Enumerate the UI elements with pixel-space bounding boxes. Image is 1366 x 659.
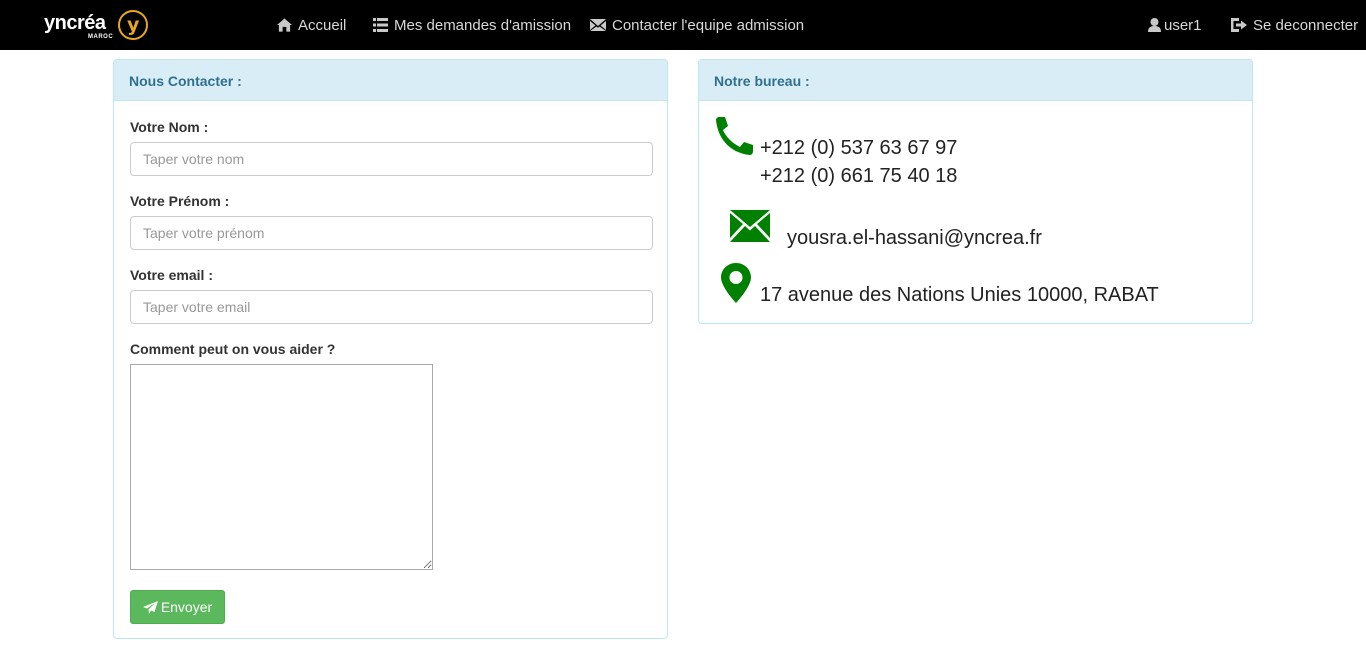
nav-user-label: user1 xyxy=(1164,16,1202,34)
office-title: Notre bureau : xyxy=(699,60,1252,101)
logout-icon xyxy=(1231,18,1247,32)
message-label: Comment peut on vous aider ? xyxy=(130,341,336,357)
phone-icon xyxy=(716,117,753,155)
nav-logout[interactable]: Se deconnecter xyxy=(1231,15,1358,35)
nav-contact-label: Contacter l'equipe admission xyxy=(612,16,805,34)
email-field[interactable] xyxy=(130,290,653,324)
firstname-label: Votre Prénom : xyxy=(130,193,230,209)
office-phone-2: +212 (0) 661 75 40 18 xyxy=(760,165,958,187)
contact-form-panel: Nous Contacter : Votre Nom : Votre Préno… xyxy=(113,59,668,639)
nav-home[interactable]: Accueil xyxy=(277,15,346,35)
nav-logout-label: Se deconnecter xyxy=(1253,16,1359,34)
brand-sub: MAROC xyxy=(88,34,114,40)
office-panel: Notre bureau : +212 (0) 537 63 67 97 +21… xyxy=(698,59,1253,324)
brand-mark: y xyxy=(127,14,140,36)
nav-requests-label: Mes demandes d'amission xyxy=(394,16,572,34)
list-icon xyxy=(373,18,388,32)
nav-home-label: Accueil xyxy=(298,16,347,34)
contact-form-title: Nous Contacter : xyxy=(114,60,667,101)
firstname-field[interactable] xyxy=(130,216,653,250)
send-icon xyxy=(142,600,158,614)
office-email[interactable]: yousra.el-hassani@yncrea.fr xyxy=(787,227,1042,250)
map-marker-icon xyxy=(721,263,751,303)
brand-name: yncréa xyxy=(44,12,106,34)
message-textarea[interactable] xyxy=(130,364,433,570)
office-address: 17 avenue des Nations Unies 10000, RABAT xyxy=(760,284,1159,306)
name-label: Votre Nom : xyxy=(130,119,209,135)
email-label: Votre email : xyxy=(130,267,213,283)
nav-contact[interactable]: Contacter l'equipe admission xyxy=(590,15,804,35)
brand-logo[interactable]: yncréa MAROC y xyxy=(44,8,154,44)
office-phone-1: +212 (0) 537 63 67 97 xyxy=(760,137,958,159)
nav-user[interactable]: user1 xyxy=(1148,15,1202,35)
mail-icon xyxy=(730,210,770,242)
navbar: yncréa MAROC y Accueil Mes demandes d'am… xyxy=(0,0,1366,50)
send-button[interactable]: Envoyer xyxy=(130,590,225,624)
user-icon xyxy=(1148,18,1161,32)
envelope-icon xyxy=(590,19,606,31)
name-field[interactable] xyxy=(130,142,653,176)
home-icon xyxy=(277,18,292,32)
nav-requests[interactable]: Mes demandes d'amission xyxy=(373,15,571,35)
send-button-label: Envoyer xyxy=(160,599,213,615)
